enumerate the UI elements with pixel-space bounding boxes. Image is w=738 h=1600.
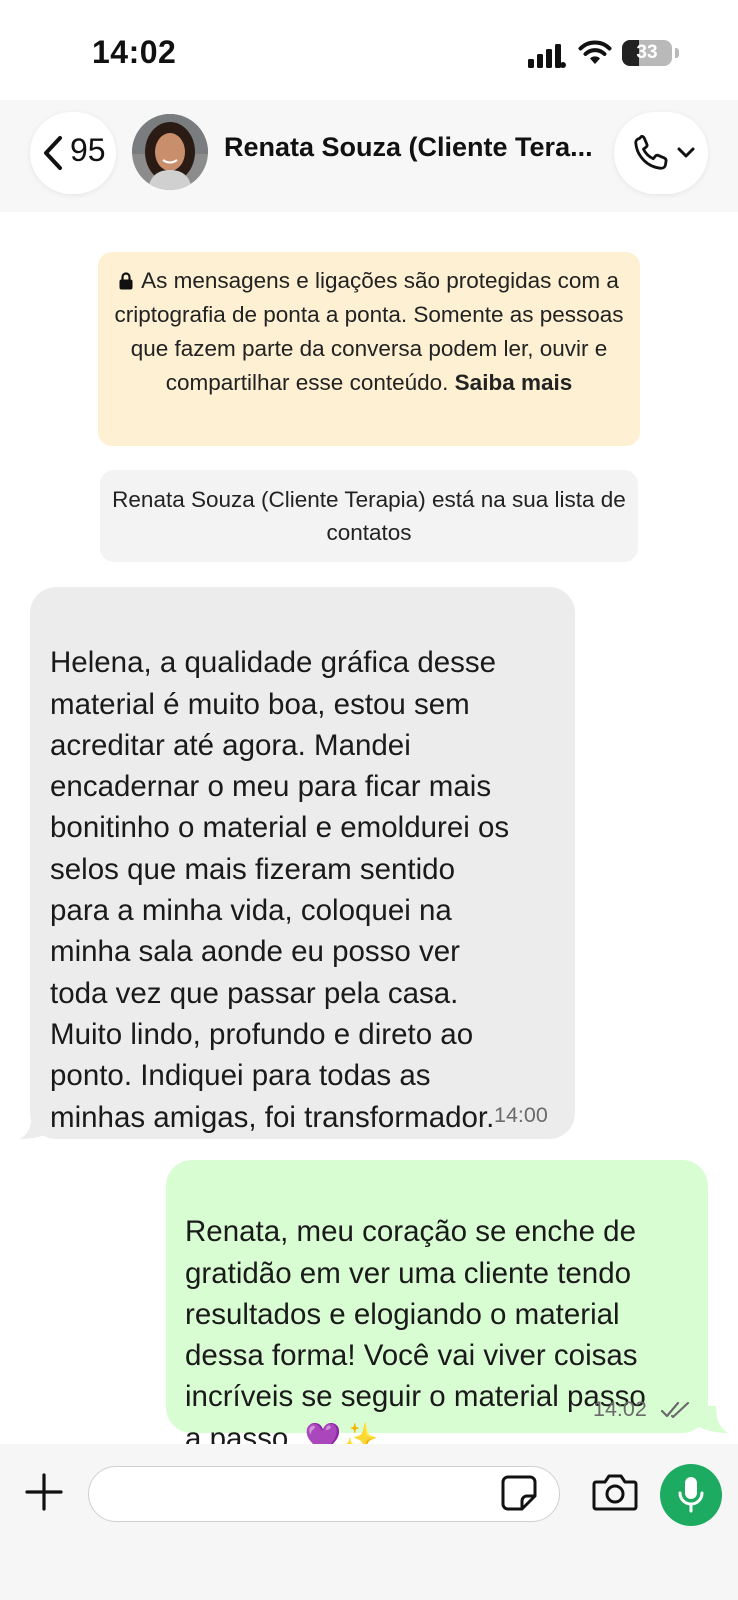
message-time: 14:02	[593, 1397, 647, 1421]
sticker-icon[interactable]	[500, 1474, 538, 1512]
status-time: 14:02	[92, 34, 177, 70]
contact-notice: Renata Souza (Cliente Terapia) está na s…	[100, 470, 638, 562]
double-check-icon	[661, 1401, 690, 1419]
chevron-down-icon	[677, 147, 695, 158]
input-bar	[0, 1444, 738, 1600]
message-bubble-incoming[interactable]: Helena, a qualidade gráfica desse materi…	[30, 587, 575, 1139]
avatar-photo	[132, 114, 208, 190]
microphone-icon	[678, 1477, 704, 1513]
status-bar: 14:02 33	[0, 0, 738, 100]
message-text: Helena, a qualidade gráfica desse materi…	[50, 646, 510, 1134]
avatar[interactable]	[132, 114, 208, 190]
battery-level-text: 33	[636, 42, 658, 63]
camera-icon[interactable]	[592, 1472, 638, 1512]
contact-name[interactable]: Renata Souza (Cliente Tera...	[224, 132, 594, 163]
message-bubble-outgoing[interactable]: Renata, meu coração se enche de gratidão…	[166, 1160, 708, 1455]
message-text: Renata, meu coração se enche de gratidão…	[185, 1215, 646, 1455]
microphone-button[interactable]	[660, 1464, 722, 1526]
battery-tip	[675, 48, 679, 58]
phone-icon	[634, 134, 668, 170]
contact-notice-text: Renata Souza (Cliente Terapia) está na s…	[112, 487, 626, 545]
unread-count: 95	[70, 132, 106, 168]
lock-icon	[119, 272, 133, 290]
message-input[interactable]	[88, 1466, 560, 1522]
signal-bars-icon	[528, 44, 566, 68]
encryption-notice[interactable]: As mensagens e ligações são protegidas c…	[98, 252, 640, 446]
plus-icon[interactable]	[24, 1472, 64, 1512]
call-button[interactable]	[614, 112, 708, 194]
back-button[interactable]: 95	[30, 112, 116, 194]
wifi-icon	[578, 40, 612, 64]
message-time: 14:00	[494, 1103, 548, 1127]
battery-indicator: 33	[622, 40, 672, 66]
chat-header: 95 Renata Souza (Cliente Tera...	[0, 100, 738, 212]
chevron-left-icon	[44, 136, 62, 170]
learn-more-link[interactable]: Saiba mais	[455, 370, 573, 395]
